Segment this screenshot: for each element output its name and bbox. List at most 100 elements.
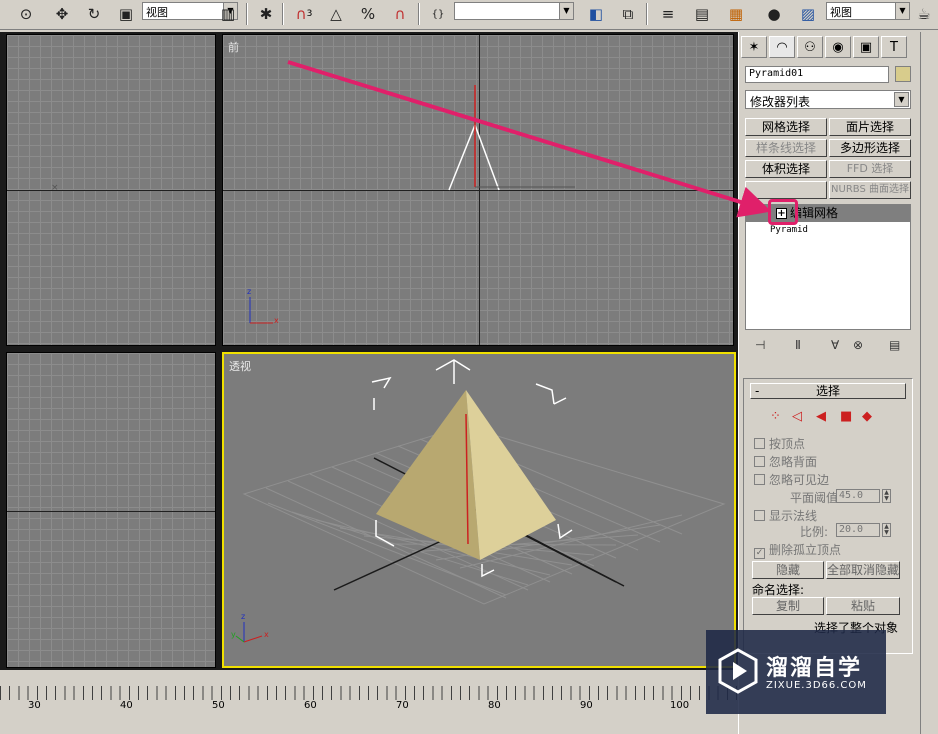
show-normals-checkbox[interactable]: 显示法线 — [754, 507, 817, 524]
polygon-level-icon[interactable]: ■ — [840, 409, 852, 424]
text-icon[interactable]: {} — [426, 2, 450, 26]
collapse-icon: - — [755, 384, 760, 398]
mesh-select-button[interactable]: 网格选择 — [745, 118, 827, 136]
element-level-icon[interactable]: ◆ — [862, 409, 872, 424]
scale-label: 比例: — [800, 525, 829, 539]
play-logo-icon — [718, 648, 758, 694]
modifier-stack[interactable]: 编辑网格 + Pyramid — [745, 199, 911, 330]
rotate-icon[interactable]: ↻ — [82, 2, 106, 26]
ruler-tick-label: 50 — [212, 700, 225, 711]
spinner-snap-icon[interactable]: ∩ — [388, 2, 412, 26]
planar-threshold-label: 平面阈值: — [790, 491, 843, 505]
modifier-list-label: 修改器列表 — [750, 95, 811, 109]
vertex-level-icon[interactable]: ⁘ — [770, 409, 781, 424]
modifier-list-dropdown[interactable]: 修改器列表 ▼ — [745, 90, 911, 109]
display-tab-icon[interactable]: ▣ — [853, 36, 879, 58]
named-selection-select[interactable]: ▼ — [454, 2, 574, 20]
planar-threshold-spinner[interactable]: 45.0 — [836, 489, 880, 503]
stack-item-pyramid[interactable]: Pyramid — [770, 225, 808, 235]
highlight-box — [768, 199, 798, 225]
configure-sets-icon[interactable]: ▤ — [889, 338, 900, 352]
ruler-tick-label: 30 — [28, 700, 41, 711]
delete-isolated-checkbox[interactable]: ✓ 删除孤立顶点 — [754, 541, 841, 559]
object-color-swatch[interactable] — [895, 66, 911, 82]
rollout-header[interactable]: - 选择 — [750, 383, 906, 399]
perspective-scene — [235, 359, 726, 643]
watermark-title: 溜溜自学 — [766, 656, 863, 681]
ruler-tick-label: 60 — [304, 700, 317, 711]
viewport-front[interactable]: 前 z x — [222, 34, 734, 346]
spinner-arrows-icon[interactable]: ▲ ▼ — [882, 523, 891, 537]
remove-modifier-icon[interactable]: ⊗ — [853, 338, 863, 352]
ruler-tick-label: 40 — [120, 700, 133, 711]
ruler-tick-label: 80 — [488, 700, 501, 711]
hierarchy-tab-icon[interactable]: ⚇ — [797, 36, 823, 58]
copy-button[interactable]: 复制 — [752, 597, 824, 615]
face-level-icon[interactable]: ◀ — [816, 409, 826, 424]
viewport-perspective[interactable]: 透视 z x y — [222, 352, 736, 668]
material-icon[interactable]: ● — [762, 2, 786, 26]
command-panel: ✶ ◠ ⚇ ◉ ▣ T Pyramid01 修改器列表 ▼ 网格选择 面片选择 … — [738, 32, 920, 734]
scale-spinner[interactable]: 20.0 — [836, 523, 880, 537]
viewport-left[interactable] — [6, 352, 216, 668]
hide-button[interactable]: 隐藏 — [752, 561, 824, 579]
motion-tab-icon[interactable]: ◉ — [825, 36, 851, 58]
create-tab-icon[interactable]: ✶ — [741, 36, 767, 58]
edge-level-icon[interactable]: ◁ — [792, 409, 802, 424]
ffd-select-button[interactable]: FFD 选择 — [829, 160, 911, 178]
object-name-field[interactable]: Pyramid01 — [745, 66, 889, 83]
paste-button[interactable]: 粘贴 — [826, 597, 900, 615]
time-ruler[interactable]: 30 40 50 60 70 80 90 100 — [0, 686, 740, 734]
render-setup-icon[interactable]: ▨ — [796, 2, 820, 26]
panel-scrollbar[interactable] — [920, 32, 938, 734]
selection-rollout: - 选择 ⁘ ◁ ◀ ■ ◆ 按顶点 忽略背面 忽略可见边 平面阈值: 45.0… — [743, 378, 913, 654]
ruler-ticks — [0, 686, 740, 700]
ignore-visible-edges-checkbox[interactable]: 忽略可见边 — [754, 471, 829, 488]
viewport-area: × 前 z x 透视 z x y — [0, 32, 738, 670]
scale-icon[interactable]: ▣ — [114, 2, 138, 26]
move-icon[interactable]: ✥ — [50, 2, 74, 26]
persp-axis-z-label: z — [241, 612, 246, 621]
unhide-all-button[interactable]: 全部取消隐藏 — [826, 561, 900, 579]
empty-button[interactable] — [745, 181, 827, 199]
show-end-result-icon[interactable]: Ⅱ — [795, 338, 801, 352]
pivot-icon[interactable]: ▥ — [216, 2, 240, 26]
schematic-icon[interactable]: ▦ — [724, 2, 748, 26]
viewport-top[interactable]: × — [6, 34, 216, 346]
curve-editor-icon[interactable]: ▤ — [690, 2, 714, 26]
make-unique-icon[interactable]: ∀ — [831, 338, 839, 352]
patch-select-button[interactable]: 面片选择 — [829, 118, 911, 136]
pin-stack-icon[interactable]: ⊣ — [755, 338, 765, 352]
front-pyramid-wireframe — [249, 85, 575, 324]
ruler-tick-label: 90 — [580, 700, 593, 711]
render-icon[interactable]: ☕ — [912, 2, 936, 26]
select-icon[interactable]: ⊙ — [14, 2, 38, 26]
front-axis-x-label: x — [274, 316, 279, 325]
named-selections-label: 命名选择: — [752, 583, 805, 597]
chevron-down-icon: ▼ — [894, 92, 909, 107]
render-type-select[interactable]: 视图 ▼ — [826, 2, 910, 20]
spinner-arrows-icon[interactable]: ▲ ▼ — [882, 489, 891, 503]
command-panel-tabs: ✶ ◠ ⚇ ◉ ▣ T — [739, 34, 915, 60]
align-icon[interactable]: ⧉ — [616, 2, 640, 26]
persp-axis-x-label: x — [264, 630, 269, 639]
percent-snap-icon[interactable]: % — [356, 2, 380, 26]
nurbs-select-button[interactable]: NURBS 曲面选择 — [829, 181, 911, 199]
run-icon[interactable]: ✱ — [254, 2, 278, 26]
layer-icon[interactable]: ≡ — [656, 2, 680, 26]
volume-select-button[interactable]: 体积选择 — [745, 160, 827, 178]
front-axis-z-label: z — [247, 287, 252, 296]
by-vertex-checkbox[interactable]: 按顶点 — [754, 435, 805, 452]
modify-tab-icon[interactable]: ◠ — [769, 36, 795, 58]
spline-select-button[interactable]: 样条线选择 — [745, 139, 827, 157]
poly-select-button[interactable]: 多边形选择 — [829, 139, 911, 157]
watermark-subtitle: ZIXUE.3D66.COM — [766, 680, 867, 691]
ruler-tick-label: 70 — [396, 700, 409, 711]
snap-icon[interactable]: ∩ 3 — [292, 2, 316, 26]
mirror-icon[interactable]: ◧ — [584, 2, 608, 26]
ignore-backfaces-checkbox[interactable]: 忽略背面 — [754, 453, 817, 470]
angle-snap-icon[interactable]: △ — [324, 2, 348, 26]
stack-toolbar: ⊣ Ⅱ ∀ ⊗ ▤ — [747, 338, 913, 356]
utilities-tab-icon[interactable]: T — [881, 36, 907, 58]
watermark-logo: 溜溜自学 ZIXUE.3D66.COM — [706, 630, 886, 714]
